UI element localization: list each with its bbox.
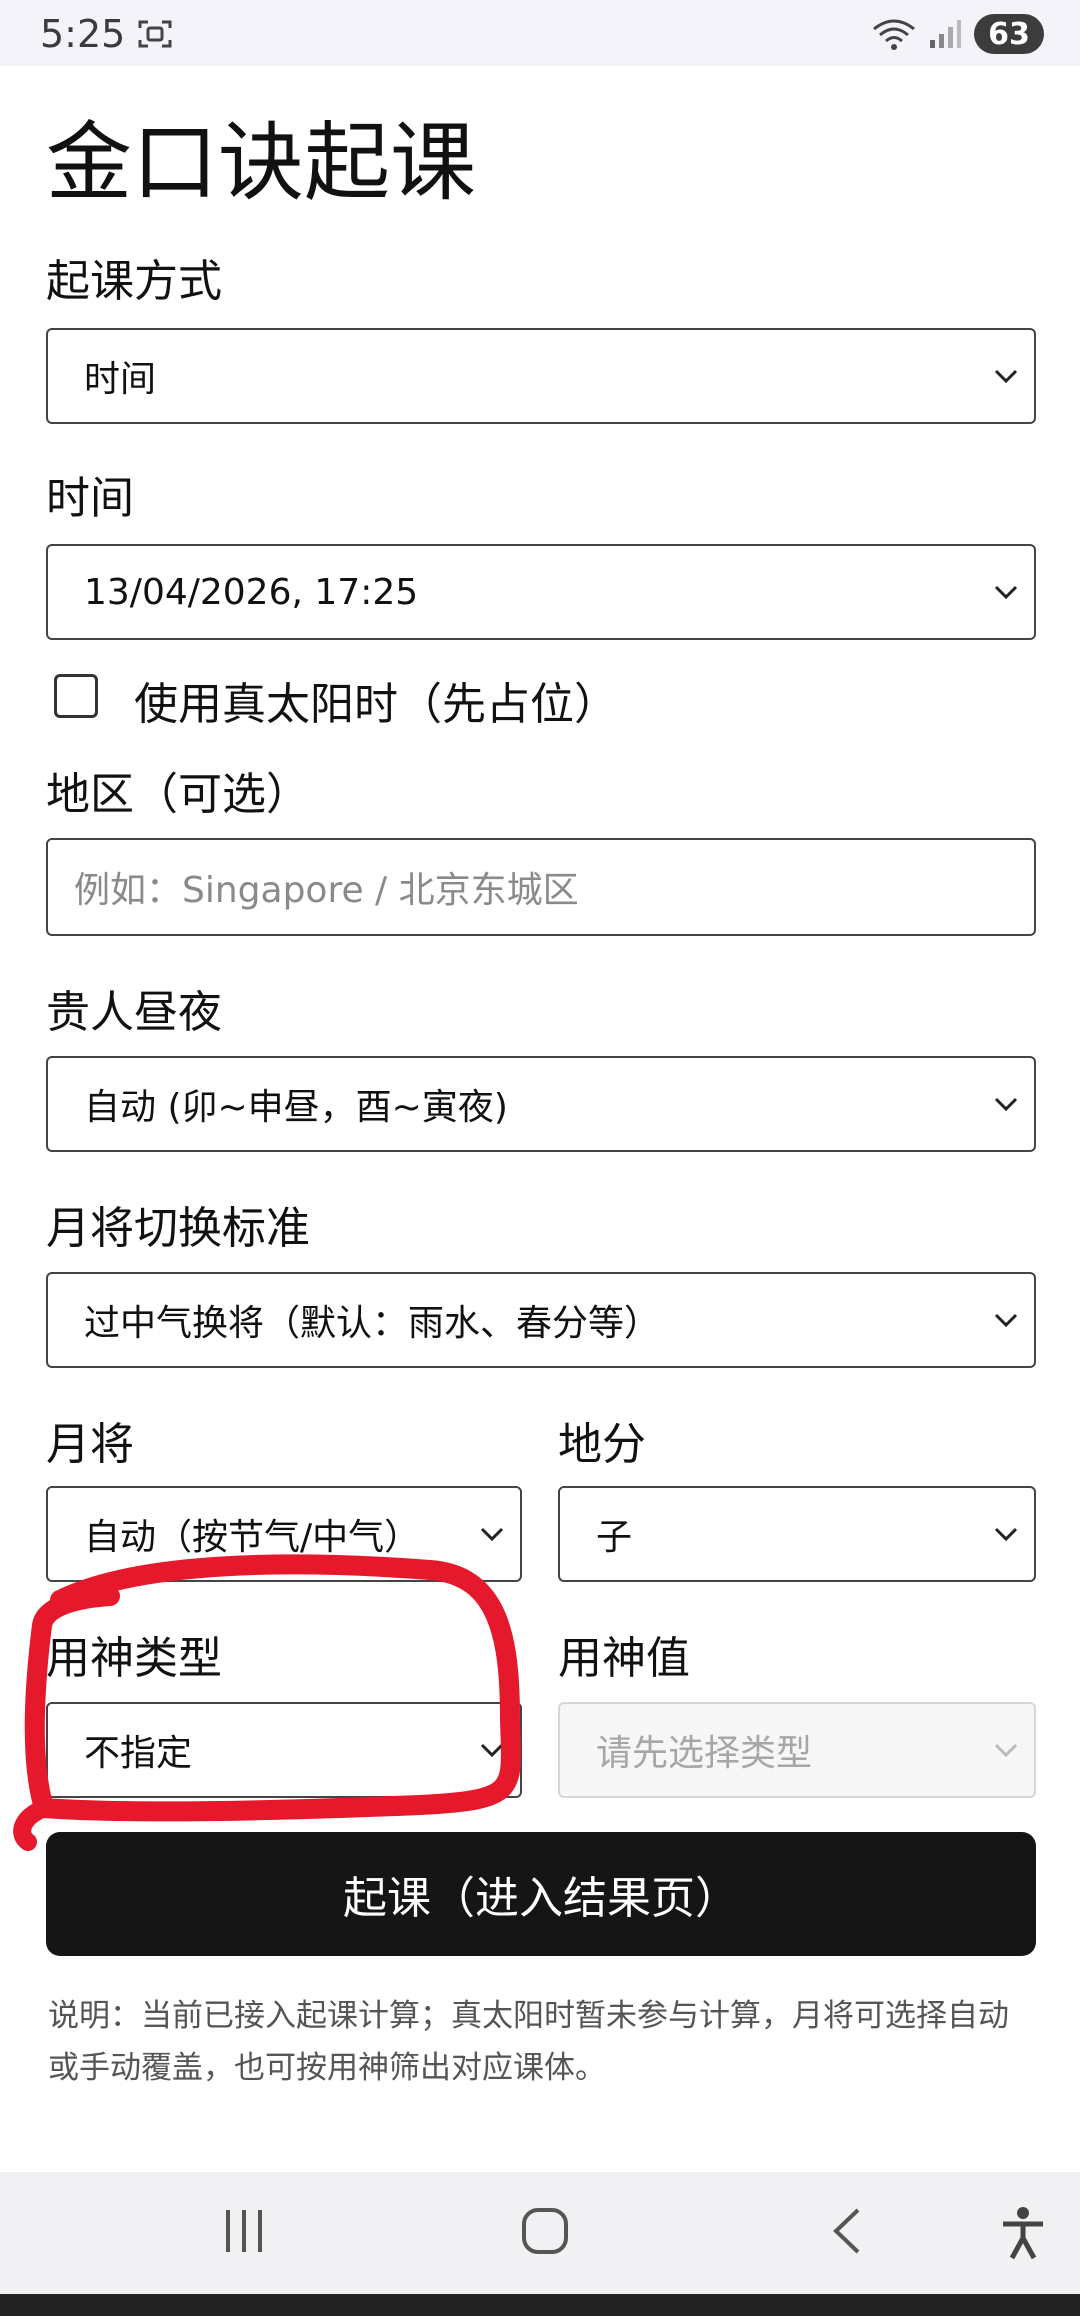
signal-icon (930, 20, 961, 48)
month-general-standard-value: 过中气换将（默认：雨水、春分等） (84, 1303, 661, 1344)
home-icon[interactable] (520, 2206, 570, 2256)
system-nav-bar (0, 2172, 1080, 2294)
time-input[interactable]: 13/04/2026, 17:25 (46, 544, 1036, 640)
noble-select[interactable]: 自动 (卯~申昼，酉~寅夜) (46, 1056, 1036, 1152)
battery-icon: 63 (974, 14, 1044, 54)
time-label: 时间 (46, 473, 134, 524)
time-value: 13/04/2026, 17:25 (84, 571, 419, 613)
description-note: 说明：当前已接入起课计算；真太阳时暂未参与计算，月将可选择自动或手动覆盖，也可按… (48, 1998, 1009, 2086)
chevron-down-icon (994, 369, 1018, 384)
yongshen-type-label: 用神类型 (46, 1633, 222, 1684)
chevron-down-icon (994, 1097, 1018, 1112)
month-general-value: 自动（按节气/中气） (84, 1517, 421, 1558)
region-input[interactable]: 例如：Singapore / 北京东城区 (46, 838, 1036, 936)
accessibility-icon[interactable] (1000, 2206, 1046, 2260)
true-solar-label: 使用真太阳时（先占位） (134, 679, 618, 730)
noble-value: 自动 (卯~申昼，酉~寅夜) (84, 1087, 508, 1128)
yongshen-value-label: 用神值 (558, 1633, 690, 1684)
chevron-down-icon (994, 1743, 1018, 1758)
chevron-down-icon (994, 1527, 1018, 1542)
method-label: 起课方式 (46, 256, 222, 307)
page-title: 金口诀起课 (46, 113, 476, 213)
earth-branch-label: 地分 (558, 1419, 646, 1470)
chevron-down-icon (480, 1527, 504, 1542)
screenshot-icon (138, 20, 172, 48)
status-time: 5:25 (40, 12, 126, 56)
method-select[interactable]: 时间 (46, 328, 1036, 424)
month-general-select[interactable]: 自动（按节气/中气） (46, 1486, 522, 1582)
yongshen-type-value: 不指定 (84, 1733, 193, 1774)
true-solar-checkbox[interactable] (54, 674, 98, 718)
wifi-icon (873, 19, 915, 50)
month-general-label: 月将 (46, 1419, 134, 1470)
yongshen-value-placeholder: 请先选择类型 (596, 1733, 813, 1774)
chevron-down-icon (994, 585, 1018, 600)
region-label: 地区（可选） (46, 769, 310, 820)
earth-branch-value: 子 (596, 1517, 633, 1558)
region-placeholder: 例如：Singapore / 北京东城区 (74, 870, 579, 911)
chevron-down-icon (480, 1743, 504, 1758)
chevron-down-icon (994, 1313, 1018, 1328)
bottom-edge (0, 2294, 1080, 2316)
month-general-standard-label: 月将切换标准 (46, 1203, 310, 1254)
earth-branch-select[interactable]: 子 (558, 1486, 1036, 1582)
month-general-standard-select[interactable]: 过中气换将（默认：雨水、春分等） (46, 1272, 1036, 1368)
method-value: 时间 (84, 359, 157, 400)
yongshen-type-select[interactable]: 不指定 (46, 1702, 522, 1798)
noble-label: 贵人昼夜 (46, 987, 222, 1038)
back-icon[interactable] (828, 2206, 868, 2256)
recent-apps-icon[interactable] (220, 2206, 268, 2256)
yongshen-value-select: 请先选择类型 (558, 1702, 1036, 1798)
status-bar: 5:25 63 (0, 0, 1080, 66)
submit-button[interactable]: 起课（进入结果页） (46, 1832, 1036, 1956)
